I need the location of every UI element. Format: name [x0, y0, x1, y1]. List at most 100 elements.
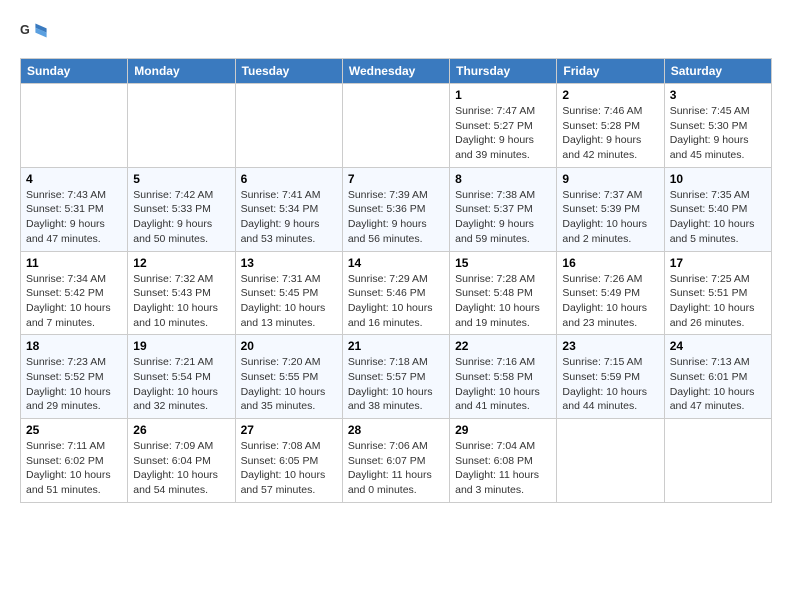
calendar-cell: 2 Sunrise: 7:46 AMSunset: 5:28 PMDaylight… — [557, 84, 664, 168]
calendar-cell: 14Sunrise: 7:29 AMSunset: 5:46 PMDayligh… — [342, 251, 449, 335]
day-info: Sunrise: 7:32 AMSunset: 5:43 PMDaylight:… — [133, 272, 229, 331]
column-header-sunday: Sunday — [21, 59, 128, 84]
day-number: 9 — [562, 172, 658, 186]
calendar-cell: 17Sunrise: 7:25 AMSunset: 5:51 PMDayligh… — [664, 251, 771, 335]
calendar-cell — [128, 84, 235, 168]
calendar-cell: 12 Sunrise: 7:32 AMSunset: 5:43 PMDayligh… — [128, 251, 235, 335]
calendar-cell: 19 Sunrise: 7:21 AMSunset: 5:54 PMDayligh… — [128, 335, 235, 419]
calendar-cell: 25Sunrise: 7:11 AMSunset: 6:02 PMDayligh… — [21, 419, 128, 503]
logo-icon: G — [20, 20, 48, 48]
day-number: 4 — [26, 172, 122, 186]
day-number: 23 — [562, 339, 658, 353]
calendar-cell: 24Sunrise: 7:13 AMSunset: 6:01 PMDayligh… — [664, 335, 771, 419]
column-header-saturday: Saturday — [664, 59, 771, 84]
calendar-cell — [342, 84, 449, 168]
day-info: Sunrise: 7:28 AMSunset: 5:48 PMDaylight:… — [455, 272, 551, 331]
page-header: G — [20, 20, 772, 48]
day-info: Sunrise: 7:31 AMSunset: 5:45 PMDaylight:… — [241, 272, 337, 331]
day-number: 6 — [241, 172, 337, 186]
calendar-cell: 27 Sunrise: 7:08 AMSunset: 6:05 PMDayligh… — [235, 419, 342, 503]
calendar-cell: 15 Sunrise: 7:28 AMSunset: 5:48 PMDayligh… — [450, 251, 557, 335]
calendar-cell: 7 Sunrise: 7:39 AMSunset: 5:36 PMDaylight… — [342, 167, 449, 251]
day-info: Sunrise: 7:35 AMSunset: 5:40 PMDaylight:… — [670, 188, 766, 247]
calendar-cell — [664, 419, 771, 503]
day-number: 16 — [562, 256, 658, 270]
day-info: Sunrise: 7:04 AMSunset: 6:08 PMDaylight:… — [455, 439, 551, 498]
day-number: 22 — [455, 339, 551, 353]
calendar-week-row: 1Sunrise: 7:47 AMSunset: 5:27 PMDaylight… — [21, 84, 772, 168]
day-number: 24 — [670, 339, 766, 353]
day-info: Sunrise: 7:47 AMSunset: 5:27 PMDaylight:… — [455, 104, 551, 163]
column-header-tuesday: Tuesday — [235, 59, 342, 84]
day-number: 2 — [562, 88, 658, 102]
day-number: 8 — [455, 172, 551, 186]
day-number: 27 — [241, 423, 337, 437]
day-info: Sunrise: 7:06 AMSunset: 6:07 PMDaylight:… — [348, 439, 444, 498]
calendar-cell: 23 Sunrise: 7:15 AMSunset: 5:59 PMDayligh… — [557, 335, 664, 419]
day-info: Sunrise: 7:46 AMSunset: 5:28 PMDaylight:… — [562, 104, 658, 163]
calendar-week-row: 25Sunrise: 7:11 AMSunset: 6:02 PMDayligh… — [21, 419, 772, 503]
logo: G — [20, 20, 52, 48]
calendar-cell: 28Sunrise: 7:06 AMSunset: 6:07 PMDayligh… — [342, 419, 449, 503]
day-number: 21 — [348, 339, 444, 353]
day-number: 20 — [241, 339, 337, 353]
calendar-cell: 20 Sunrise: 7:20 AMSunset: 5:55 PMDayligh… — [235, 335, 342, 419]
calendar-cell: 18 Sunrise: 7:23 AMSunset: 5:52 PMDayligh… — [21, 335, 128, 419]
calendar-cell — [21, 84, 128, 168]
calendar-cell: 4 Sunrise: 7:43 AMSunset: 5:31 PMDaylight… — [21, 167, 128, 251]
day-info: Sunrise: 7:23 AMSunset: 5:52 PMDaylight:… — [26, 355, 122, 414]
day-info: Sunrise: 7:34 AMSunset: 5:42 PMDaylight:… — [26, 272, 122, 331]
day-info: Sunrise: 7:20 AMSunset: 5:55 PMDaylight:… — [241, 355, 337, 414]
day-number: 25 — [26, 423, 122, 437]
calendar-cell: 5 Sunrise: 7:42 AMSunset: 5:33 PMDaylight… — [128, 167, 235, 251]
column-header-thursday: Thursday — [450, 59, 557, 84]
day-info: Sunrise: 7:42 AMSunset: 5:33 PMDaylight:… — [133, 188, 229, 247]
calendar-cell — [235, 84, 342, 168]
calendar-cell — [557, 419, 664, 503]
calendar-cell: 21 Sunrise: 7:18 AMSunset: 5:57 PMDayligh… — [342, 335, 449, 419]
day-info: Sunrise: 7:26 AMSunset: 5:49 PMDaylight:… — [562, 272, 658, 331]
calendar-table: SundayMondayTuesdayWednesdayThursdayFrid… — [20, 58, 772, 503]
day-number: 19 — [133, 339, 229, 353]
day-number: 5 — [133, 172, 229, 186]
calendar-cell: 26 Sunrise: 7:09 AMSunset: 6:04 PMDayligh… — [128, 419, 235, 503]
svg-text:G: G — [20, 23, 30, 37]
day-info: Sunrise: 7:45 AMSunset: 5:30 PMDaylight:… — [670, 104, 766, 163]
day-number: 29 — [455, 423, 551, 437]
day-info: Sunrise: 7:41 AMSunset: 5:34 PMDaylight:… — [241, 188, 337, 247]
day-number: 15 — [455, 256, 551, 270]
day-info: Sunrise: 7:15 AMSunset: 5:59 PMDaylight:… — [562, 355, 658, 414]
calendar-cell: 13 Sunrise: 7:31 AMSunset: 5:45 PMDayligh… — [235, 251, 342, 335]
day-info: Sunrise: 7:38 AMSunset: 5:37 PMDaylight:… — [455, 188, 551, 247]
calendar-cell: 10 Sunrise: 7:35 AMSunset: 5:40 PMDayligh… — [664, 167, 771, 251]
day-number: 18 — [26, 339, 122, 353]
day-info: Sunrise: 7:39 AMSunset: 5:36 PMDaylight:… — [348, 188, 444, 247]
calendar-cell: 16 Sunrise: 7:26 AMSunset: 5:49 PMDayligh… — [557, 251, 664, 335]
day-info: Sunrise: 7:08 AMSunset: 6:05 PMDaylight:… — [241, 439, 337, 498]
calendar-cell: 6 Sunrise: 7:41 AMSunset: 5:34 PMDaylight… — [235, 167, 342, 251]
calendar-cell: 22 Sunrise: 7:16 AMSunset: 5:58 PMDayligh… — [450, 335, 557, 419]
day-info: Sunrise: 7:43 AMSunset: 5:31 PMDaylight:… — [26, 188, 122, 247]
column-header-monday: Monday — [128, 59, 235, 84]
day-info: Sunrise: 7:09 AMSunset: 6:04 PMDaylight:… — [133, 439, 229, 498]
day-number: 7 — [348, 172, 444, 186]
day-number: 10 — [670, 172, 766, 186]
day-info: Sunrise: 7:16 AMSunset: 5:58 PMDaylight:… — [455, 355, 551, 414]
calendar-header-row: SundayMondayTuesdayWednesdayThursdayFrid… — [21, 59, 772, 84]
day-number: 14 — [348, 256, 444, 270]
day-info: Sunrise: 7:21 AMSunset: 5:54 PMDaylight:… — [133, 355, 229, 414]
day-number: 11 — [26, 256, 122, 270]
calendar-cell: 9Sunrise: 7:37 AMSunset: 5:39 PMDaylight… — [557, 167, 664, 251]
calendar-week-row: 11 Sunrise: 7:34 AMSunset: 5:42 PMDayligh… — [21, 251, 772, 335]
column-header-friday: Friday — [557, 59, 664, 84]
day-info: Sunrise: 7:18 AMSunset: 5:57 PMDaylight:… — [348, 355, 444, 414]
day-number: 17 — [670, 256, 766, 270]
day-number: 26 — [133, 423, 229, 437]
calendar-cell: 1Sunrise: 7:47 AMSunset: 5:27 PMDaylight… — [450, 84, 557, 168]
day-number: 12 — [133, 256, 229, 270]
calendar-week-row: 4 Sunrise: 7:43 AMSunset: 5:31 PMDaylight… — [21, 167, 772, 251]
calendar-cell: 11 Sunrise: 7:34 AMSunset: 5:42 PMDayligh… — [21, 251, 128, 335]
day-number: 13 — [241, 256, 337, 270]
calendar-cell: 8 Sunrise: 7:38 AMSunset: 5:37 PMDaylight… — [450, 167, 557, 251]
calendar-week-row: 18 Sunrise: 7:23 AMSunset: 5:52 PMDayligh… — [21, 335, 772, 419]
